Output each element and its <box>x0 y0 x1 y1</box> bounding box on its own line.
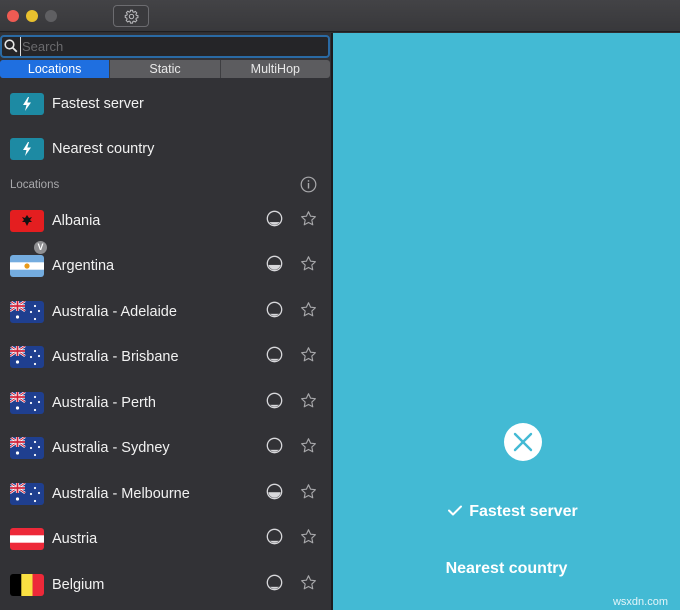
favorite-star-icon[interactable] <box>300 437 317 459</box>
favorite-star-icon[interactable] <box>300 301 317 323</box>
locations-section-label: Locations <box>10 179 60 191</box>
location-row[interactable]: Albania <box>0 198 331 243</box>
favorite-star-icon[interactable] <box>300 528 317 550</box>
flag-belgium-icon <box>10 573 44 596</box>
server-load-icon <box>266 392 283 414</box>
location-name: Argentina <box>52 258 115 274</box>
flag-australia-icon <box>10 482 44 505</box>
sidebar: Locations Static MultiHop Fastest server… <box>0 33 331 610</box>
server-load-icon <box>266 301 283 323</box>
tab-locations[interactable]: Locations <box>0 60 111 78</box>
quick-connect-fastest-server[interactable]: Fastest server <box>0 81 331 126</box>
gear-icon <box>124 9 138 24</box>
tab-static[interactable]: Static <box>110 60 221 78</box>
favorite-star-icon[interactable] <box>300 483 317 505</box>
quick-connect-label: Fastest server <box>52 95 144 112</box>
location-row[interactable]: Australia - Perth <box>0 380 331 425</box>
search-field[interactable] <box>0 35 330 58</box>
flag-albania-icon <box>10 209 44 232</box>
bolt-icon <box>10 137 44 160</box>
flag-argentina-icon <box>10 255 44 277</box>
server-load-icon <box>266 574 283 596</box>
location-row[interactable]: V Argentina <box>0 240 331 289</box>
quick-connect-label: Nearest country <box>52 140 155 157</box>
info-icon[interactable] <box>300 176 317 193</box>
location-name: Australia - Melbourne <box>52 485 190 502</box>
location-name: Belgium <box>52 576 105 593</box>
settings-button[interactable] <box>113 5 149 27</box>
tab-multihop[interactable]: MultiHop <box>221 60 330 78</box>
option-nearest-country[interactable]: Nearest country <box>333 560 680 578</box>
minimize-window-button[interactable] <box>26 10 38 22</box>
location-name: Australia - Brisbane <box>52 349 179 365</box>
flag-australia-icon <box>10 346 44 368</box>
close-window-button[interactable] <box>7 10 19 22</box>
server-load-icon <box>266 210 283 232</box>
location-row[interactable]: Belgium <box>0 562 331 607</box>
favorite-star-icon[interactable] <box>300 574 317 596</box>
option-fastest-server[interactable]: Fastest server <box>333 503 680 521</box>
server-load-icon <box>266 528 283 550</box>
flag-australia-icon <box>10 300 44 323</box>
location-tabs: Locations Static MultiHop <box>0 60 330 78</box>
flag-australia-icon <box>10 391 44 414</box>
server-load-icon <box>266 255 283 277</box>
location-row[interactable]: Australia - Brisbane <box>0 335 331 380</box>
disconnect-button[interactable] <box>504 423 542 461</box>
favorite-star-icon[interactable] <box>300 392 317 414</box>
location-row[interactable]: Australia - Sydney <box>0 426 331 471</box>
flag-australia-icon <box>10 437 44 459</box>
location-name: Australia - Adelaide <box>52 303 177 320</box>
quick-connect-nearest-country[interactable]: Nearest country <box>0 126 331 171</box>
location-name: Austria <box>52 531 98 547</box>
zoom-window-button <box>45 10 57 22</box>
favorite-star-icon[interactable] <box>300 346 317 368</box>
favorite-star-icon[interactable] <box>300 255 317 277</box>
server-load-icon <box>266 483 283 505</box>
search-input[interactable] <box>20 37 320 56</box>
location-row[interactable]: Australia - Adelaide <box>0 289 331 334</box>
bolt-icon <box>10 92 44 115</box>
server-load-icon <box>266 437 283 459</box>
search-icon <box>4 39 18 53</box>
location-row[interactable]: Australia - Melbourne <box>0 471 331 516</box>
location-name: Albania <box>52 212 101 229</box>
virtual-location-badge: V <box>34 240 47 254</box>
watermark: wsxdn.com <box>612 596 668 608</box>
location-name: Australia - Sydney <box>52 440 170 456</box>
favorite-star-icon[interactable] <box>300 210 317 232</box>
flag-austria-icon <box>10 528 44 550</box>
main-pane: Fastest server Nearest country wsxdn.com <box>333 33 680 610</box>
location-row[interactable]: Austria <box>0 517 331 562</box>
server-load-icon <box>266 346 283 368</box>
location-name: Australia - Perth <box>52 394 156 411</box>
close-icon <box>513 432 533 452</box>
title-bar <box>0 0 680 610</box>
